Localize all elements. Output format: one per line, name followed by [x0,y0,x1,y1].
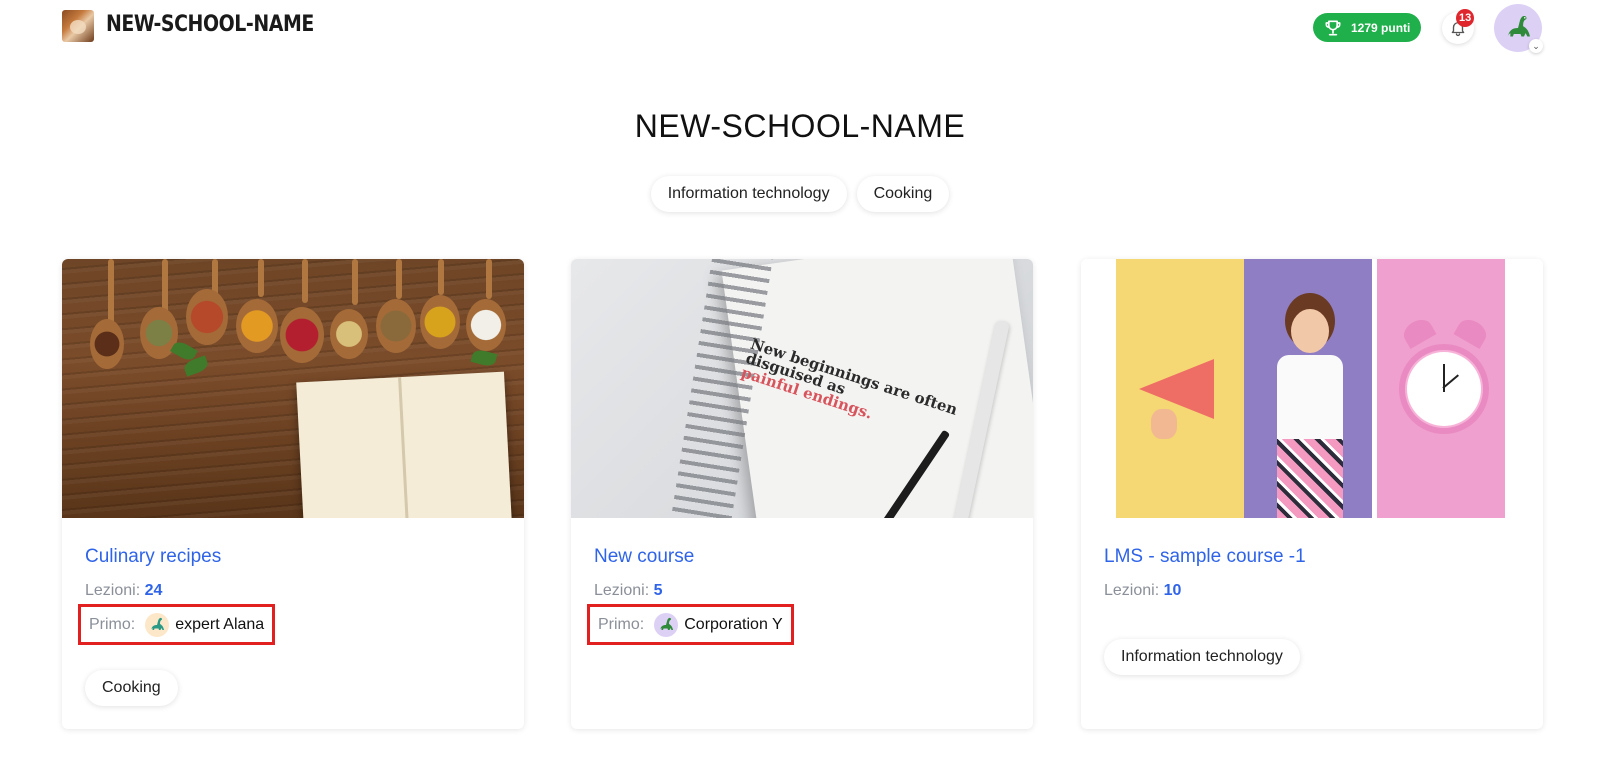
lessons-count: Lezioni: 5 [594,582,663,600]
course-title[interactable]: LMS - sample course -1 [1104,546,1306,568]
lessons-value: 5 [653,582,663,599]
lessons-count: Lezioni: 10 [1104,582,1181,600]
top-header: NEW-SCHOOL-NAME 1279 punti 13 ⌄ [0,0,1600,56]
filter-cooking[interactable]: Cooking [856,176,950,212]
school-brand-name[interactable]: NEW-SCHOOL-NAME [106,12,314,37]
lessons-value: 24 [144,582,163,599]
points-badge[interactable]: 1279 punti [1313,13,1421,42]
school-logo[interactable] [62,10,94,42]
filter-information-technology[interactable]: Information technology [650,176,847,212]
first-ranked-user: Primo: Corporation Y [587,604,794,645]
user-avatar-small[interactable] [654,612,679,637]
course-tag-information-technology[interactable]: Information technology [1104,639,1300,675]
course-image[interactable]: New beginnings are often disguised as pa… [571,259,1033,518]
lessons-label: Lezioni: [85,582,141,599]
course-card-lms-sample[interactable]: LMS - sample course -1 Lezioni: 10 Infor… [1081,259,1543,729]
trophy-icon [1325,20,1341,36]
category-filters: Information technology Cooking [0,176,1600,212]
course-title[interactable]: New course [594,546,694,568]
page-title: NEW-SCHOOL-NAME [634,108,966,144]
dinosaur-icon [1507,15,1530,37]
first-label: Primo: [89,615,136,633]
user-avatar-small[interactable] [145,612,170,637]
lessons-label: Lezioni: [594,582,650,599]
course-tag-cooking[interactable]: Cooking [85,670,178,706]
course-card-culinary-recipes[interactable]: Culinary recipes Lezioni: 24 Primo: expe… [62,259,524,729]
first-user-name[interactable]: Corporation Y [684,616,782,634]
first-ranked-user: Primo: expert Alana [78,604,276,645]
course-image[interactable] [62,259,524,518]
points-label: 1279 punti [1351,20,1411,35]
lessons-label: Lezioni: [1104,582,1160,599]
chevron-down-icon[interactable]: ⌄ [1529,39,1543,53]
course-image[interactable] [1081,259,1543,518]
lessons-value: 10 [1163,582,1182,599]
dinosaur-icon [660,617,674,630]
course-card-new-course[interactable]: New beginnings are often disguised as pa… [571,259,1033,729]
first-label: Primo: [598,615,645,633]
first-user-name[interactable]: expert Alana [175,616,264,634]
dinosaur-icon [151,617,165,630]
lessons-count: Lezioni: 24 [85,582,162,600]
course-title[interactable]: Culinary recipes [85,546,221,568]
